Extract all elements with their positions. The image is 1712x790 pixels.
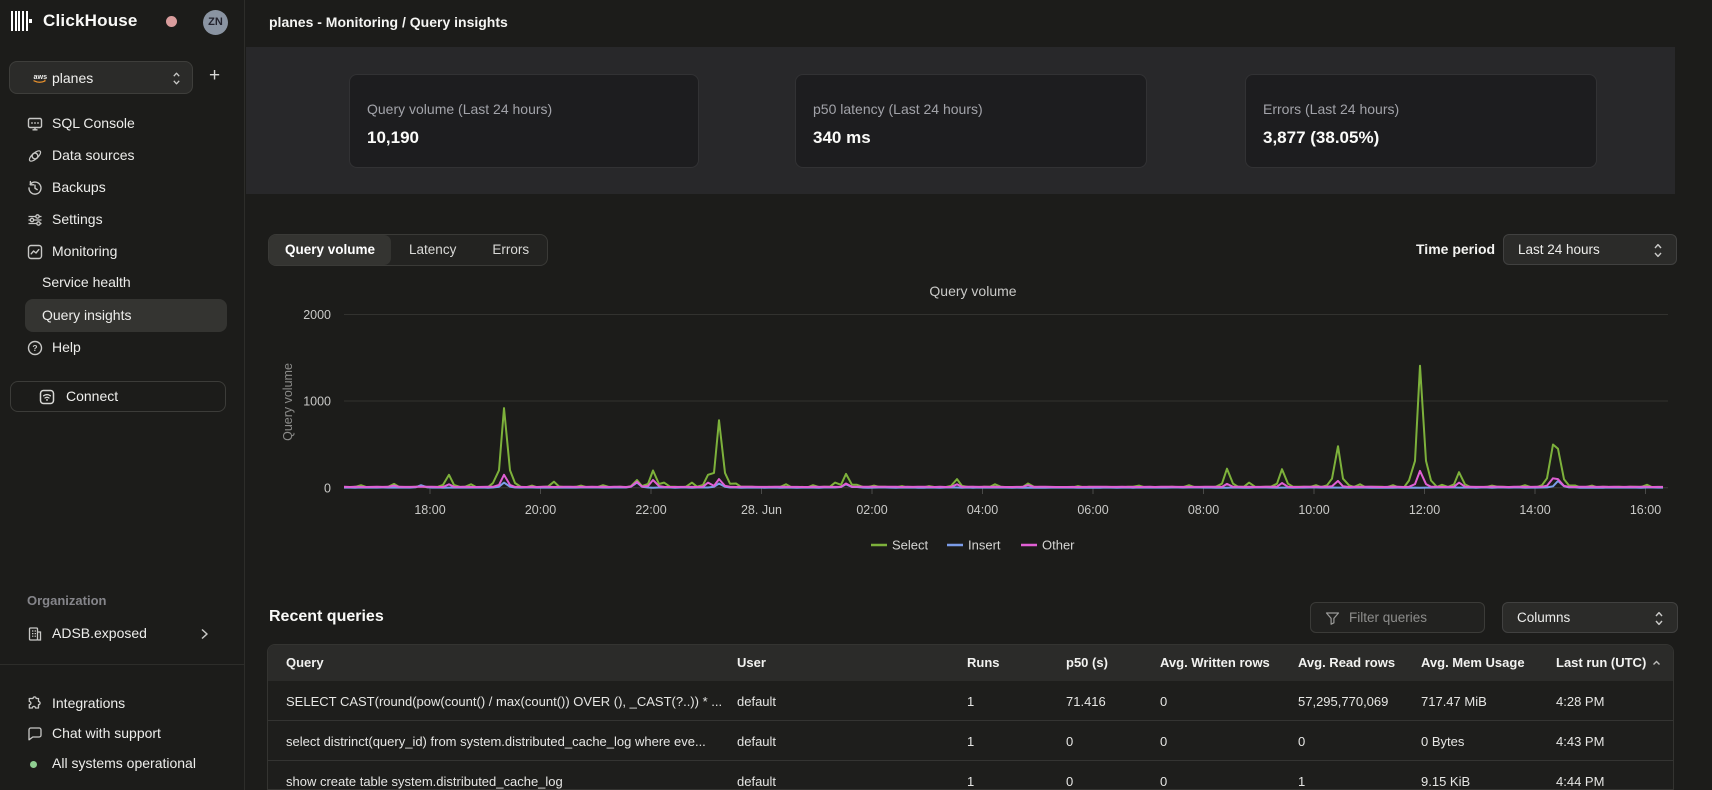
svg-text:18:00: 18:00 — [414, 503, 445, 517]
svg-text:14:00: 14:00 — [1519, 503, 1550, 517]
svg-text:16:00: 16:00 — [1630, 503, 1661, 517]
svg-text:Query volume: Query volume — [929, 283, 1016, 299]
svg-text:Insert: Insert — [968, 538, 1001, 553]
svg-text:?: ? — [32, 343, 37, 353]
svg-text:02:00: 02:00 — [856, 503, 887, 517]
svg-text:12:00: 12:00 — [1409, 503, 1440, 517]
svg-text:28. Jun: 28. Jun — [741, 503, 782, 517]
svg-text:04:00: 04:00 — [967, 503, 998, 517]
svg-text:22:00: 22:00 — [635, 503, 666, 517]
svg-text:Other: Other — [1042, 538, 1075, 553]
svg-text:aws: aws — [34, 72, 48, 81]
svg-text:20:00: 20:00 — [525, 503, 556, 517]
svg-text:0: 0 — [324, 481, 331, 495]
svg-text:2000: 2000 — [303, 308, 331, 322]
svg-text:1000: 1000 — [303, 395, 331, 409]
svg-text:06:00: 06:00 — [1077, 503, 1108, 517]
svg-text:Query volume: Query volume — [281, 363, 295, 441]
svg-text:08:00: 08:00 — [1188, 503, 1219, 517]
svg-text:10:00: 10:00 — [1298, 503, 1329, 517]
svg-text:Select: Select — [892, 538, 929, 553]
